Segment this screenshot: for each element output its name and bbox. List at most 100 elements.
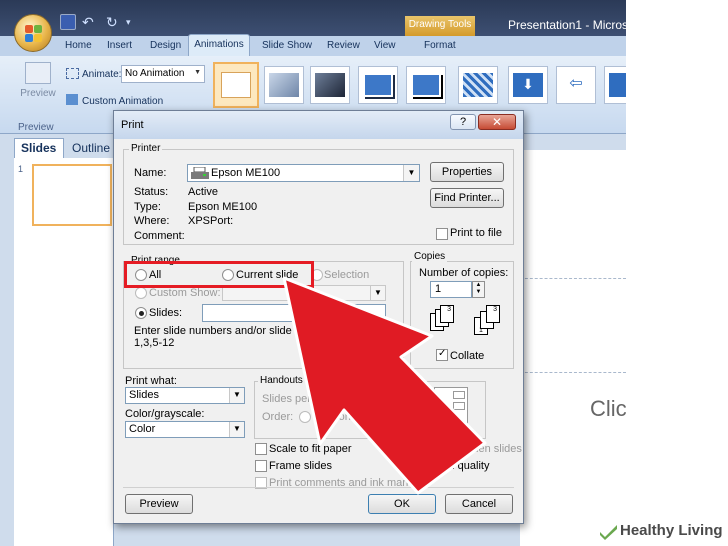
transition-thumb-black[interactable] [310, 66, 350, 104]
print-dialog: Print ? ✕ Printer Name: Epson ME100 ▼ St… [113, 110, 524, 524]
vertical-radio[interactable] [372, 411, 384, 423]
print-hidden-slides-label: Print hidden slides [432, 443, 522, 455]
placeholder-border [520, 278, 626, 279]
transition-thumb-fade[interactable] [264, 66, 304, 104]
status-value: Active [188, 186, 218, 198]
collate-checkbox[interactable]: ✓ [436, 348, 448, 361]
find-printer-button[interactable]: Find Printer... [430, 188, 504, 208]
watermark-text: Healthy Living [620, 522, 723, 539]
placeholder-border [520, 372, 626, 373]
transition-thumb-cut-black[interactable] [406, 66, 446, 104]
preview-icon [25, 62, 51, 84]
slide-title-placeholder[interactable]: Clic [590, 396, 626, 422]
collate-illustration-icon: 3 1 2 3 [430, 305, 502, 347]
transition-thumb-wipe-right[interactable] [604, 66, 626, 104]
ribbon-tab-bar: Home Insert Design Animations Slide Show… [0, 34, 626, 56]
window-title: Presentation1 - Microso [508, 18, 626, 32]
printer-name-value: Epson ME100 [211, 167, 281, 179]
high-quality-checkbox[interactable] [418, 460, 430, 472]
transition-thumb-dissolve[interactable] [458, 66, 498, 104]
copies-spinner[interactable]: ▲ ▼ [472, 281, 485, 298]
horizontal-radio[interactable] [299, 411, 311, 423]
printer-name-label: Name: [134, 167, 167, 179]
print-what-label: Print what: [125, 375, 177, 387]
comment-label: Comment: [134, 230, 185, 242]
undo-icon[interactable]: ↶ [82, 14, 98, 30]
handouts-title: Handouts [258, 375, 305, 386]
preview-group-label: Preview [18, 122, 54, 133]
tab-slide-show[interactable]: Slide Show [262, 40, 312, 51]
animate-icon [66, 68, 79, 79]
transition-preview-icon [411, 73, 441, 97]
preview-button-dialog[interactable]: Preview [125, 494, 193, 514]
custom-show-radio[interactable] [135, 287, 147, 299]
help-button[interactable]: ? [450, 114, 476, 130]
tab-insert[interactable]: Insert [107, 40, 132, 51]
slides-input[interactable] [202, 304, 386, 322]
type-label: Type: [134, 201, 161, 213]
where-label: Where: [134, 215, 170, 227]
slides-per-page-label: Slides per page: [262, 393, 342, 405]
print-to-file-checkbox[interactable] [436, 228, 448, 240]
chevron-down-icon: ▼ [229, 388, 244, 403]
print-what-dropdown[interactable]: Slides ▼ [125, 387, 245, 404]
collate-label: Collate [450, 350, 485, 362]
preview-button[interactable]: Preview [18, 60, 58, 106]
print-hidden-slides-checkbox[interactable] [418, 443, 430, 455]
transition-thumb-wipe-left[interactable]: ⇦ [556, 66, 596, 104]
print-what-value: Slides [129, 389, 159, 401]
transition-thumb-none[interactable] [213, 62, 259, 108]
transition-preview-icon [363, 73, 393, 97]
tab-home[interactable]: Home [65, 40, 92, 51]
copies-input[interactable]: 1 [430, 281, 472, 298]
order-label: Order: [262, 411, 294, 423]
tab-design[interactable]: Design [150, 40, 181, 51]
type-value: Epson ME100 [188, 201, 258, 213]
dialog-title-bar: Print ? ✕ [114, 111, 523, 139]
tab-format[interactable]: Format [424, 40, 456, 51]
slide-thumbnail[interactable] [32, 164, 112, 226]
office-logo-icon [25, 25, 43, 43]
transition-thumb-cut[interactable] [358, 66, 398, 104]
slide-canvas[interactable] [520, 150, 626, 546]
print-to-file-label: Print to file [450, 227, 502, 239]
checkmark-icon: ✓ [438, 348, 447, 359]
tab-slides[interactable]: Slides [14, 138, 64, 158]
transition-preview-icon [315, 73, 345, 97]
check-logo-icon [600, 525, 617, 540]
arrow-left-icon: ⇦ [561, 73, 591, 97]
printer-icon [191, 167, 209, 179]
handout-layout-preview-icon [434, 387, 468, 427]
scale-to-fit-checkbox[interactable] [255, 443, 267, 455]
slides-radio[interactable] [135, 307, 147, 319]
save-icon[interactable] [60, 14, 76, 30]
close-button[interactable]: ✕ [478, 114, 516, 130]
preview-button-label: Preview [20, 88, 56, 99]
customize-toolbar-icon[interactable]: ▾ [126, 14, 142, 30]
redo-icon[interactable]: ↻ [106, 14, 122, 30]
vertical-label: Vertical [384, 411, 421, 423]
tab-review[interactable]: Review [327, 40, 360, 51]
tab-animations[interactable]: Animations [188, 34, 250, 56]
frame-slides-label: Frame slides [269, 460, 332, 472]
ok-button[interactable]: OK [368, 494, 436, 514]
cancel-button[interactable]: Cancel [445, 494, 513, 514]
animate-dropdown-value: No Animation [125, 68, 185, 79]
printer-name-dropdown[interactable]: Epson ME100 ▼ [187, 164, 420, 182]
title-bar: ↶ ↻ ▾ Drawing Tools Presentation1 - Micr… [0, 0, 626, 36]
frame-slides-checkbox[interactable] [255, 460, 267, 472]
status-label: Status: [134, 186, 169, 198]
number-of-copies-label: Number of copies: [419, 267, 509, 279]
arrow-down-icon: ⬇ [513, 73, 543, 97]
animate-dropdown[interactable]: No Animation ▼ [121, 65, 205, 83]
transition-thumb-wipe-down[interactable]: ⬇ [508, 66, 548, 104]
color-grayscale-dropdown[interactable]: Color ▼ [125, 421, 245, 438]
chevron-down-icon: ▼ [403, 165, 419, 181]
office-button[interactable] [14, 14, 52, 52]
custom-animation-button[interactable]: Custom Animation [82, 96, 163, 107]
properties-button[interactable]: Properties [430, 162, 504, 182]
printer-group-title: Printer [129, 143, 163, 154]
tab-view[interactable]: View [374, 40, 396, 51]
slides-label: Slides: [149, 307, 183, 319]
tab-outline[interactable]: Outline [66, 139, 116, 157]
